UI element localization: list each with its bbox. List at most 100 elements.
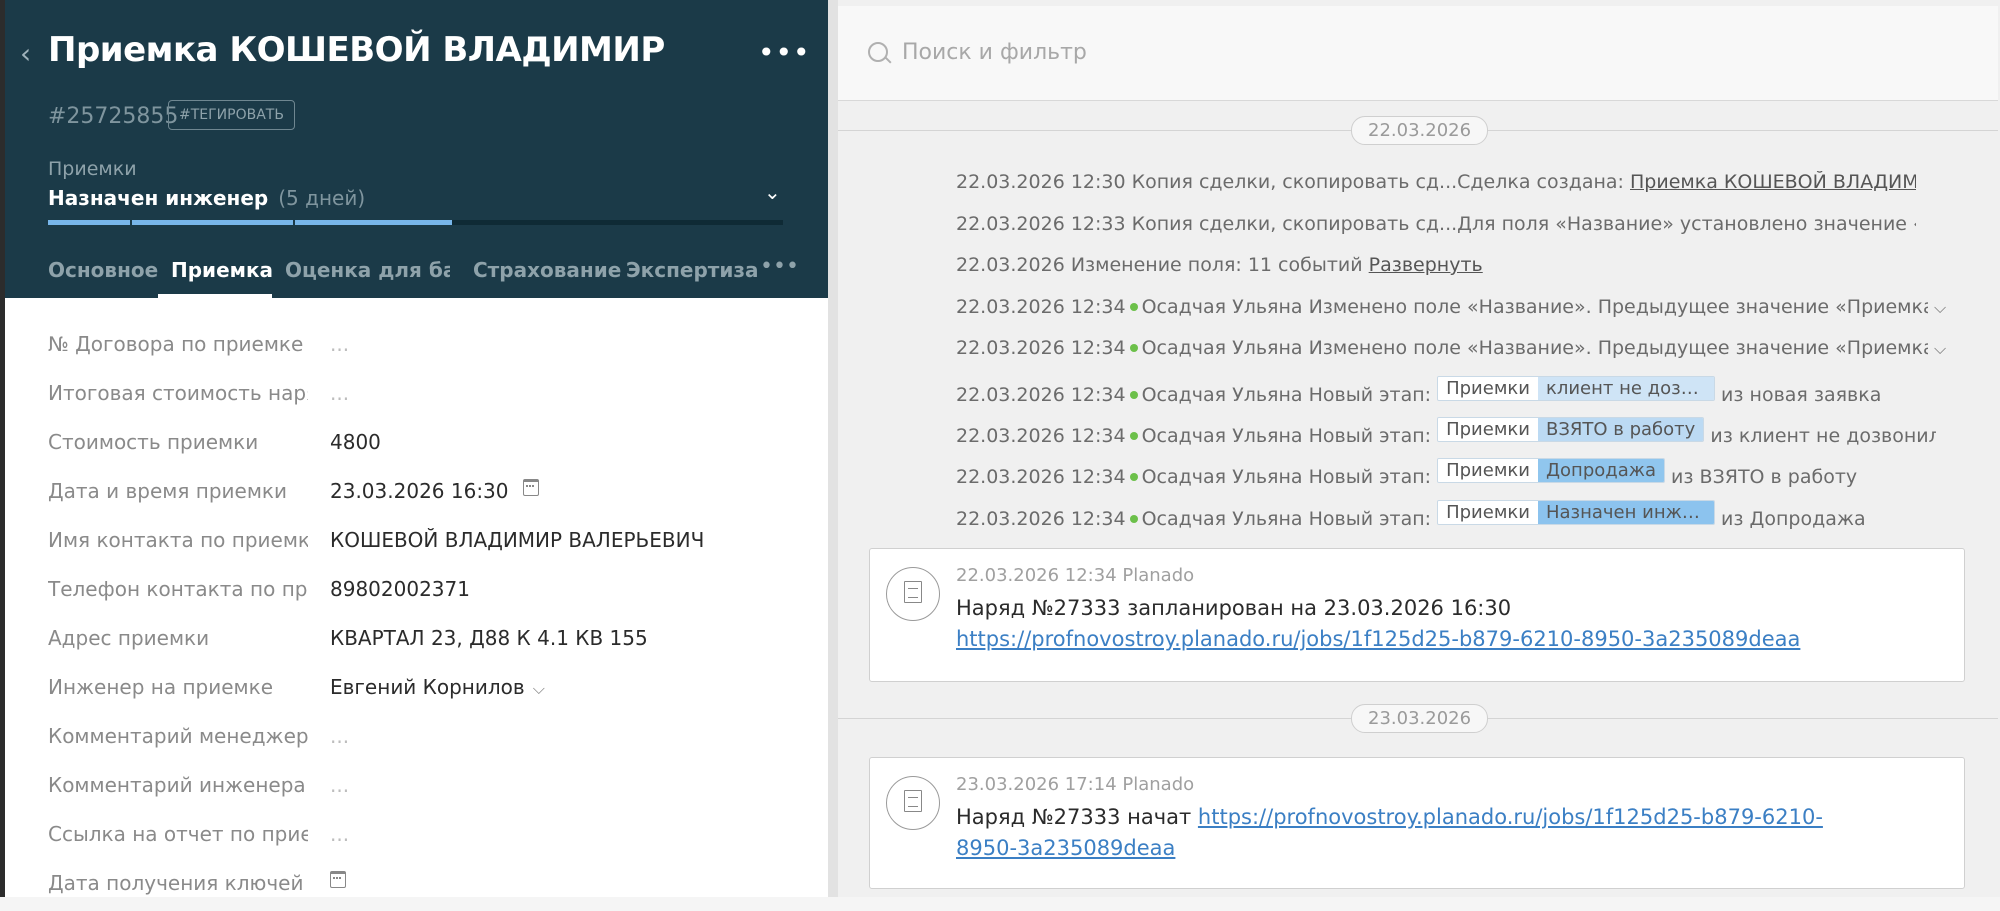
stage-days: (5 дней) [278, 186, 366, 210]
online-dot-icon [1129, 515, 1138, 523]
field-value[interactable]: КОШЕВОЙ ВЛАДИМИР ВАЛЕРЬЕВИЧ [330, 528, 704, 552]
back-chevron-icon[interactable]: ‹ [20, 40, 31, 68]
search-icon [868, 42, 888, 62]
stage-chip: Приемки Допродажа [1437, 458, 1665, 483]
lead-title[interactable]: Приемка КОШЕВОЙ ВЛАДИМИР [48, 30, 665, 70]
online-dot-icon [1129, 391, 1138, 399]
progress-separator [130, 220, 132, 225]
panel-divider [828, 0, 838, 897]
field-value[interactable]: ... [330, 822, 349, 846]
engineer-select[interactable]: Евгений Корнилов ⌵ [330, 675, 545, 699]
field-row: Телефон контакта по приемке 89802002371 [48, 577, 808, 617]
document-icon [886, 567, 940, 621]
stage-chip: Приемки клиент не дозв... [1437, 376, 1715, 401]
window-edge [0, 0, 5, 897]
lead-header: ‹ Приемка КОШЕВОЙ ВЛАДИМИР ••• #25725855… [0, 0, 828, 299]
field-label: Инженер на приемке [48, 675, 274, 699]
note-card: 22.03.2026 12:34 Planado Наряд №27333 за… [869, 548, 1965, 682]
field-label: Ссылка на отчет по приемке [48, 822, 308, 846]
field-label: Дата получения ключей [48, 871, 304, 895]
field-value[interactable]: ... [330, 381, 349, 405]
field-row: Итоговая стоимость наряда ... [48, 381, 808, 421]
document-icon [886, 776, 940, 830]
field-row: Комментарий инженера по приемке ... [48, 773, 808, 813]
chevron-down-icon[interactable]: ⌄ [764, 180, 781, 204]
note-text: Наряд №27333 запланирован на 23.03.2026 … [956, 596, 1801, 651]
lead-card-panel: ‹ Приемка КОШЕВОЙ ВЛАДИМИР ••• #25725855… [0, 0, 828, 897]
field-row: Стоимость приемки 4800 [48, 430, 808, 470]
field-label: Итоговая стоимость наряда [48, 381, 308, 405]
field-row: № Договора по приемке ... [48, 332, 808, 372]
field-row: Ссылка на отчет по приемке ... [48, 822, 808, 862]
progress-separator [293, 220, 295, 225]
online-dot-icon [1129, 473, 1138, 481]
online-dot-icon [1129, 303, 1138, 311]
feed-event: 22.03.2026 Изменение поля: 11 событий Ра… [956, 254, 1483, 276]
field-value-datetime[interactable]: 23.03.2026 16:30 [330, 479, 539, 503]
stage-chip: Приемки Назначен инже... [1437, 500, 1715, 525]
feed-event: 22.03.2026 12:34 Осадчая Ульяна Изменено … [956, 296, 1928, 318]
field-value[interactable]: ... [330, 332, 349, 356]
more-tabs-icon[interactable]: ••• [760, 254, 799, 279]
event-link[interactable]: Приемка КОШЕВОЙ ВЛАДИМИР [1630, 171, 1916, 193]
tab-insurance[interactable]: Страхование [473, 258, 621, 282]
chevron-down-icon: ⌵ [532, 679, 545, 698]
date-separator: 23.03.2026 [1351, 704, 1489, 733]
lead-id: #25725855 [48, 104, 179, 129]
pipeline-name: Приемки [48, 158, 137, 180]
tab-acceptance[interactable]: Приемка [171, 258, 273, 282]
field-value[interactable]: 4800 [330, 430, 381, 454]
field-label: Адрес приемки [48, 626, 210, 650]
field-label: № Договора по приемке [48, 332, 304, 356]
field-row: Имя контакта по приемке КОШЕВОЙ ВЛАДИМИР… [48, 528, 808, 568]
calendar-icon[interactable] [522, 479, 539, 496]
field-value[interactable]: 89802002371 [330, 577, 470, 601]
note-card: 23.03.2026 17:14 Planado Наряд №27333 на… [869, 757, 1965, 889]
field-row: Дата и время приемки 23.03.2026 16:30 [48, 479, 808, 519]
field-label: Комментарий менеджера [48, 724, 308, 748]
expand-link[interactable]: Развернуть [1369, 254, 1483, 276]
stage-change-event: 22.03.2026 12:34 Осадчая Ульяна Новый эта… [956, 417, 1936, 447]
online-dot-icon [1129, 344, 1138, 352]
stage-progress-bar [48, 220, 783, 225]
field-value-date[interactable] [330, 871, 346, 895]
chevron-down-icon[interactable]: ⌵ [1934, 339, 1946, 359]
calendar-icon[interactable] [330, 871, 346, 888]
field-row: Комментарий менеджера ... [48, 724, 808, 764]
field-value[interactable]: ... [330, 724, 349, 748]
field-label: Телефон контакта по приемке [48, 577, 308, 601]
field-value[interactable]: ... [330, 773, 349, 797]
field-label: Дата и время приемки [48, 479, 288, 503]
date-separator: 22.03.2026 [1351, 116, 1489, 145]
field-value[interactable]: КВАРТАЛ 23, Д88 К 4.1 КВ 155 [330, 626, 648, 650]
active-tab-indicator [158, 294, 272, 299]
field-label: Стоимость приемки [48, 430, 259, 454]
feed-event: 22.03.2026 12:33 Копия сделки, скопирова… [956, 213, 1916, 235]
stage-selector[interactable]: Назначен инженер (5 дней) [48, 186, 365, 210]
feed-event: 22.03.2026 12:34 Осадчая Ульяна Изменено … [956, 337, 1928, 359]
field-label: Комментарий инженера по приемке [48, 773, 308, 797]
search-input[interactable]: Поиск и фильтр [902, 40, 1087, 65]
stage-change-event: 22.03.2026 12:34 Осадчая Ульяна Новый эта… [956, 376, 1882, 406]
field-row: Инженер на приемке Евгений Корнилов ⌵ [48, 675, 808, 715]
field-row: Дата получения ключей [48, 871, 808, 911]
field-label: Имя контакта по приемке [48, 528, 308, 552]
more-options-icon[interactable]: ••• [758, 36, 811, 69]
datetime-value: 23.03.2026 16:30 [330, 479, 509, 503]
search-bar[interactable]: Поиск и фильтр [838, 6, 1998, 101]
tab-main[interactable]: Основное [48, 258, 158, 282]
stage-progress-fill [48, 220, 453, 225]
tab-expertise[interactable]: Экспертиза [626, 258, 759, 282]
tab-bank-valuation[interactable]: Оценка для бан [285, 258, 450, 282]
note-meta: 23.03.2026 17:14 Planado [956, 774, 1195, 795]
stage-chip: Приемки ВЗЯТО в работу [1437, 417, 1705, 442]
engineer-value: Евгений Корнилов [330, 675, 525, 699]
stage-name: Назначен инженер [48, 186, 269, 210]
note-link[interactable]: https://profnovostroy.planado.ru/jobs/1f… [956, 627, 1800, 651]
note-meta: 22.03.2026 12:34 Planado [956, 565, 1195, 586]
tag-button[interactable]: #ТЕГИРОВАТЬ [168, 100, 295, 130]
stage-change-event: 22.03.2026 12:34 Осадчая Ульяна Новый эта… [956, 458, 1858, 488]
feed-event: 22.03.2026 12:30 Копия сделки, скопирова… [956, 171, 1916, 193]
chevron-down-icon[interactable]: ⌵ [1934, 298, 1946, 318]
online-dot-icon [1129, 432, 1138, 440]
